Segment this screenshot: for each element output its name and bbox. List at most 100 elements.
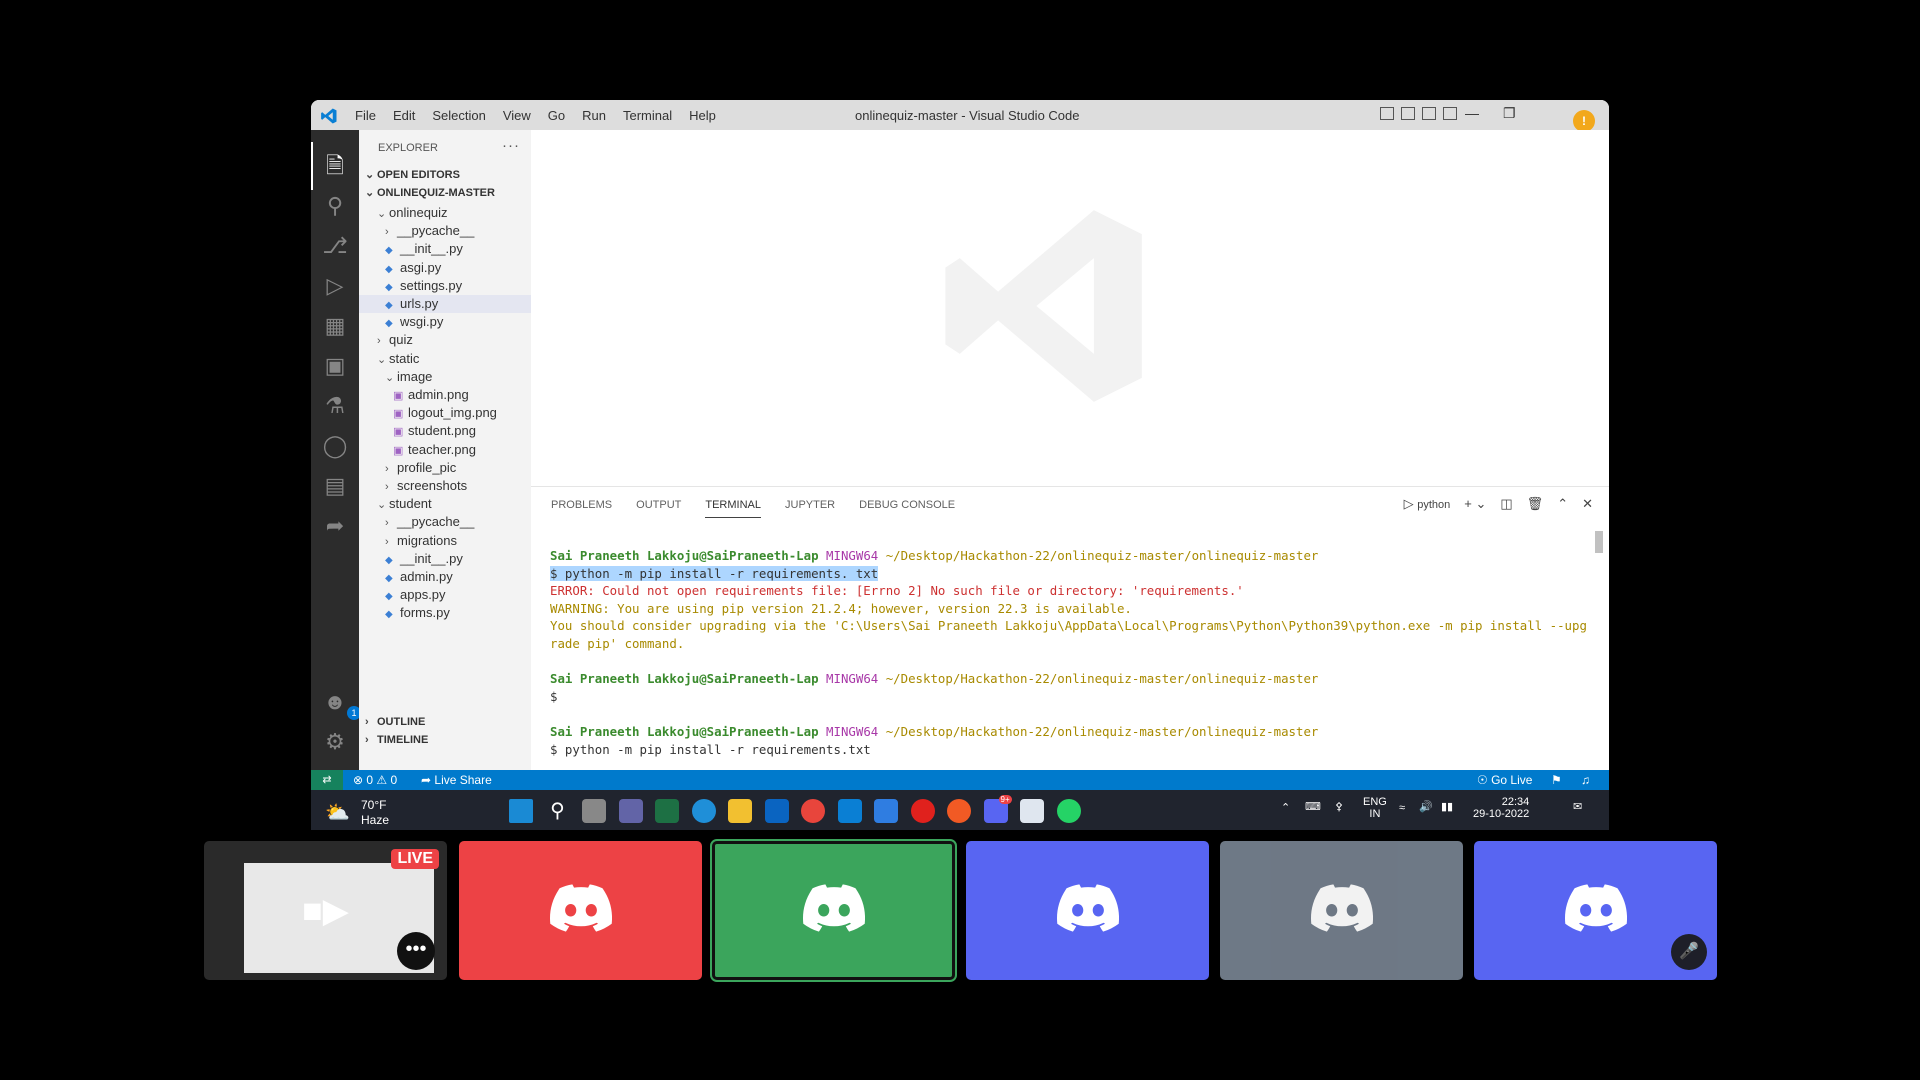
- kill-terminal-icon[interactable]: 🗑: [1527, 496, 1544, 512]
- whatsapp-icon[interactable]: [1056, 799, 1081, 823]
- tree-item[interactable]: ⌄ onlinequiz: [359, 204, 531, 222]
- search-icon[interactable]: ⚲: [321, 192, 349, 220]
- close-panel-icon[interactable]: ✕: [1582, 496, 1593, 512]
- tab-problems[interactable]: PROBLEMS: [551, 499, 612, 518]
- brave-icon[interactable]: [947, 799, 971, 823]
- tree-item[interactable]: ⌄ student: [359, 495, 531, 513]
- opera-icon[interactable]: [910, 799, 935, 823]
- tree-item[interactable]: ◆ wsgi.py: [359, 313, 531, 331]
- open-editors-section[interactable]: ⌄ OPEN EDITORS: [365, 168, 460, 181]
- participant-tile[interactable]: [710, 839, 957, 982]
- extensions-icon[interactable]: ▦: [321, 312, 349, 340]
- menu-item-selection[interactable]: Selection: [432, 108, 485, 123]
- github-icon[interactable]: ◯: [321, 432, 349, 460]
- tree-item[interactable]: ◆ admin.py: [359, 568, 531, 586]
- task-view-icon[interactable]: [582, 799, 606, 823]
- stream-preview-tile[interactable]: LIVE ■▶ •••: [204, 841, 447, 980]
- tree-item[interactable]: ◆ asgi.py: [359, 259, 531, 277]
- notebook-icon[interactable]: ▤: [321, 472, 349, 500]
- tree-item[interactable]: ◆ urls.py: [359, 295, 531, 313]
- restore-button[interactable]: ❐: [1503, 105, 1516, 122]
- edge-icon[interactable]: [691, 799, 716, 823]
- tree-item[interactable]: ◆ __init__.py: [359, 240, 531, 258]
- tree-item[interactable]: › migrations: [359, 532, 531, 550]
- update-icon[interactable]: !: [1573, 110, 1595, 132]
- live-share-icon[interactable]: ➦: [321, 512, 349, 540]
- todo-icon[interactable]: [874, 799, 898, 823]
- go-live-status[interactable]: ☉ Go Live: [1477, 773, 1532, 787]
- microphone-icon[interactable]: ⚴: [1335, 800, 1343, 813]
- tree-item[interactable]: › quiz: [359, 331, 531, 349]
- notepad-icon[interactable]: [1020, 799, 1044, 823]
- terminal-instance[interactable]: ▷ python: [1404, 496, 1451, 512]
- tab-terminal[interactable]: TERMINAL: [705, 499, 761, 518]
- feedback-icon[interactable]: ⚑: [1551, 773, 1562, 787]
- timeline-section[interactable]: › TIMELINE: [365, 734, 428, 746]
- split-terminal-icon[interactable]: ◫: [1500, 496, 1512, 512]
- discord-taskbar-icon[interactable]: 9+: [983, 795, 1012, 823]
- toggle-secondary-sidebar-icon[interactable]: [1422, 107, 1436, 120]
- tree-item[interactable]: ▣ admin.png: [359, 386, 531, 404]
- menu-item-edit[interactable]: Edit: [393, 108, 415, 123]
- editor-area[interactable]: [531, 130, 1609, 486]
- file-explorer-icon[interactable]: [728, 799, 752, 823]
- participant-tile[interactable]: [966, 841, 1209, 980]
- live-share-status[interactable]: ➦ Live Share: [421, 773, 492, 787]
- tree-item[interactable]: ⌄ image: [359, 368, 531, 386]
- menu-item-terminal[interactable]: Terminal: [623, 108, 672, 123]
- settings-gear-icon[interactable]: ⚙: [321, 728, 349, 756]
- battery-icon[interactable]: ▮▮: [1441, 800, 1453, 813]
- outline-section[interactable]: › OUTLINE: [365, 716, 425, 728]
- tree-item[interactable]: › __pycache__: [359, 513, 531, 531]
- tab-output[interactable]: OUTPUT: [636, 499, 681, 518]
- participant-tile[interactable]: 🎤: [1474, 841, 1717, 980]
- terminal-output[interactable]: Sai Praneeth Lakkoju@SaiPraneeth-Lap MIN…: [550, 547, 1587, 758]
- menu-item-file[interactable]: File: [355, 108, 376, 123]
- tree-item[interactable]: › profile_pic: [359, 459, 531, 477]
- search-icon[interactable]: ⚲: [546, 799, 570, 823]
- notification-center-icon[interactable]: ✉: [1573, 800, 1582, 813]
- chrome-icon[interactable]: [801, 799, 825, 823]
- clock[interactable]: 22:34 29-10-2022: [1473, 796, 1529, 820]
- teams-icon[interactable]: [618, 799, 643, 823]
- tree-item[interactable]: ▣ teacher.png: [359, 441, 531, 459]
- remote-explorer-icon[interactable]: ▣: [321, 352, 349, 380]
- start-icon[interactable]: [509, 799, 533, 823]
- more-options-button[interactable]: •••: [397, 932, 435, 970]
- tree-item[interactable]: › screenshots: [359, 477, 531, 495]
- vscode-taskbar-icon[interactable]: [837, 799, 862, 823]
- tree-item[interactable]: ◆ settings.py: [359, 277, 531, 295]
- toggle-panel-icon[interactable]: [1401, 107, 1415, 120]
- new-terminal-icon[interactable]: + ⌄: [1464, 496, 1486, 512]
- tab-debug-console[interactable]: DEBUG CONSOLE: [859, 499, 955, 518]
- menu-item-go[interactable]: Go: [548, 108, 565, 123]
- source-control-icon[interactable]: ⎇: [321, 232, 349, 260]
- minimize-button[interactable]: —: [1465, 105, 1479, 121]
- maximize-panel-icon[interactable]: ⌃: [1557, 496, 1568, 512]
- run-debug-icon[interactable]: ▷: [321, 272, 349, 300]
- tree-item[interactable]: ▣ student.png: [359, 422, 531, 440]
- outlook-icon[interactable]: [764, 799, 789, 823]
- explorer-icon[interactable]: 🗎: [321, 152, 349, 180]
- tree-item[interactable]: ▣ logout_img.png: [359, 404, 531, 422]
- notifications-bell-icon[interactable]: ♫: [1581, 773, 1590, 787]
- keyboard-icon[interactable]: ⌨: [1305, 800, 1321, 813]
- tree-item[interactable]: ◆ __init__.py: [359, 550, 531, 568]
- accounts-icon[interactable]: ☻ 1: [321, 688, 361, 720]
- customize-layout-icon[interactable]: [1443, 107, 1457, 120]
- participant-tile[interactable]: [1220, 841, 1463, 980]
- testing-icon[interactable]: ⚗: [321, 392, 349, 420]
- volume-icon[interactable]: 🔊: [1419, 800, 1433, 813]
- tree-item[interactable]: › __pycache__: [359, 222, 531, 240]
- project-section[interactable]: ⌄ ONLINEQUIZ-MASTER: [365, 186, 495, 199]
- more-actions-icon[interactable]: ···: [502, 137, 520, 154]
- wifi-icon[interactable]: ≈: [1399, 802, 1405, 814]
- menu-item-run[interactable]: Run: [582, 108, 606, 123]
- excel-icon[interactable]: [655, 799, 679, 823]
- tree-item[interactable]: ⌄ static: [359, 350, 531, 368]
- tab-jupyter[interactable]: JUPYTER: [785, 499, 835, 518]
- problems-status[interactable]: ⊗ 0 ⚠ 0: [353, 773, 397, 787]
- tree-item[interactable]: ◆ apps.py: [359, 586, 531, 604]
- menu-item-view[interactable]: View: [503, 108, 531, 123]
- terminal-scrollbar[interactable]: [1595, 531, 1603, 553]
